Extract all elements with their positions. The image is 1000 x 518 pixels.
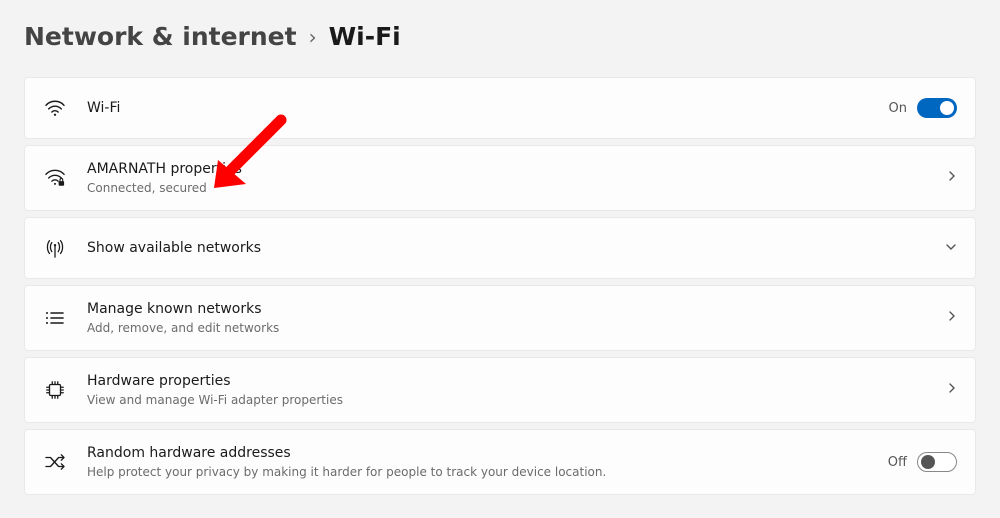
- network-properties-title: AMARNATH properties: [87, 160, 927, 179]
- chevron-right-icon: [947, 310, 957, 326]
- wifi-toggle-row[interactable]: Wi-Fi On: [24, 77, 976, 139]
- network-properties-row[interactable]: AMARNATH properties Connected, secured: [24, 145, 976, 211]
- chevron-right-icon: [947, 382, 957, 398]
- shuffle-icon: [43, 453, 67, 471]
- hardware-properties-row[interactable]: Hardware properties View and manage Wi-F…: [24, 357, 976, 423]
- show-networks-title: Show available networks: [87, 239, 925, 258]
- chevron-right-icon: ›: [309, 25, 317, 49]
- network-properties-sub: Connected, secured: [87, 180, 927, 196]
- random-mac-toggle[interactable]: [917, 452, 957, 472]
- random-mac-state-label: Off: [888, 455, 907, 470]
- wifi-toggle[interactable]: [917, 98, 957, 118]
- chip-icon: [43, 379, 67, 401]
- chevron-down-icon: [945, 240, 957, 256]
- hardware-properties-sub: View and manage Wi-Fi adapter properties: [87, 392, 927, 408]
- random-mac-row[interactable]: Random hardware addresses Help protect y…: [24, 429, 976, 495]
- wifi-icon: [43, 99, 67, 117]
- manage-networks-title: Manage known networks: [87, 300, 927, 319]
- wifi-state-label: On: [889, 101, 907, 116]
- hardware-properties-title: Hardware properties: [87, 372, 927, 391]
- breadcrumb-current: Wi-Fi: [329, 22, 401, 51]
- random-mac-title: Random hardware addresses: [87, 444, 868, 463]
- breadcrumb: Network & internet › Wi-Fi: [24, 22, 976, 51]
- breadcrumb-parent[interactable]: Network & internet: [24, 22, 297, 51]
- manage-networks-row[interactable]: Manage known networks Add, remove, and e…: [24, 285, 976, 351]
- wifi-secured-icon: [43, 168, 67, 188]
- random-mac-sub: Help protect your privacy by making it h…: [87, 464, 868, 480]
- chevron-right-icon: [947, 170, 957, 186]
- show-networks-row[interactable]: Show available networks: [24, 217, 976, 279]
- wifi-title: Wi-Fi: [87, 99, 869, 118]
- manage-networks-sub: Add, remove, and edit networks: [87, 320, 927, 336]
- list-icon: [43, 310, 67, 326]
- antenna-icon: [43, 237, 67, 259]
